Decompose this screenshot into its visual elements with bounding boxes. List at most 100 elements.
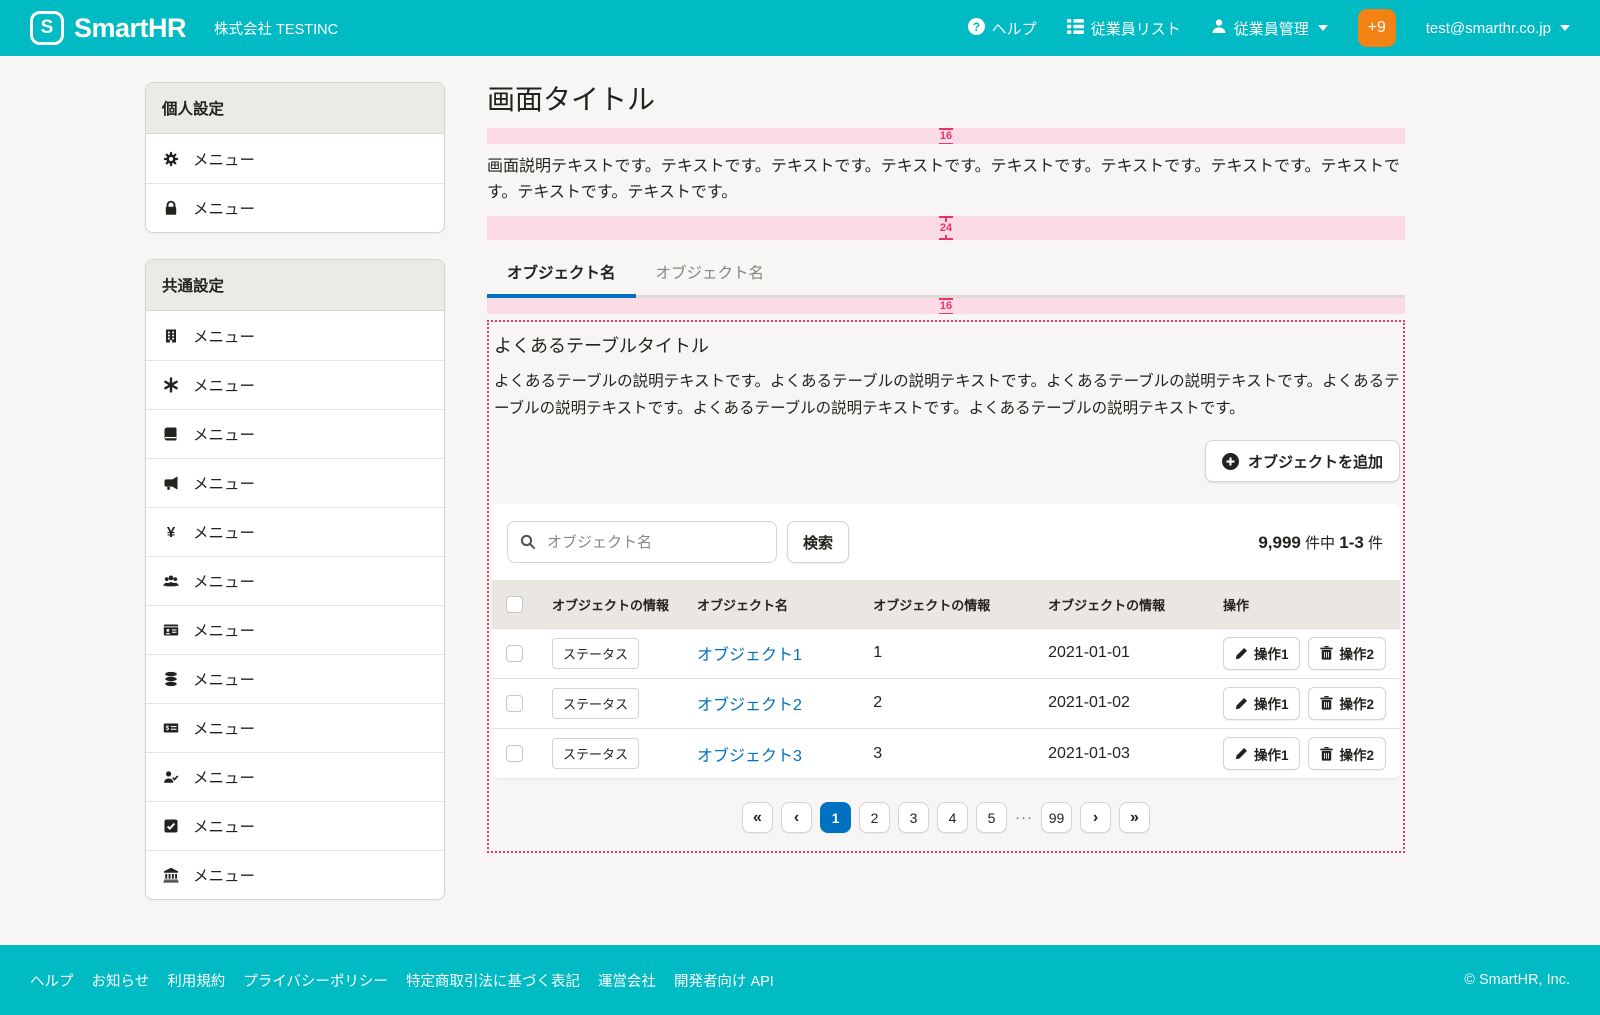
edit-action-button[interactable]: 操作1 [1223,637,1301,670]
pagination-prev-button[interactable]: ‹ [781,802,812,833]
result-count-middle: 件中 [1305,535,1335,552]
sidebar-item-building-menu[interactable]: メニュー [146,311,444,360]
pagination-page-2[interactable]: 2 [859,802,890,833]
footer-link-operating-company[interactable]: 運営会社 [598,970,656,991]
tab-object-2[interactable]: オブジェクト名 [636,250,785,295]
footer-link-terms[interactable]: 利用規約 [167,970,225,991]
delete-action-button[interactable]: 操作2 [1308,687,1386,720]
pagination-page-99[interactable]: 99 [1041,802,1072,833]
sidebar-item-label: メニュー [193,766,255,788]
table-toolbar: 検索 9,999 件中 1-3 件 [492,504,1400,580]
column-header-name: オブジェクト名 [683,580,859,628]
account-email: test@smarthr.co.jp [1426,20,1551,37]
pagination-last-button[interactable]: » [1119,802,1150,833]
search-button[interactable]: 検索 [787,521,849,563]
sidebar-item-label: メニュー [193,423,255,445]
footer-link-privacy[interactable]: プライバシーポリシー [243,970,388,991]
pagination-next-button[interactable]: › [1080,802,1111,833]
footer-link-news[interactable]: お知らせ [92,970,150,991]
row-checkbox[interactable] [506,645,523,662]
row-checkbox[interactable] [506,745,523,762]
row-actions: 操作1 操作2 [1223,687,1386,720]
building-icon [162,328,180,344]
row-actions: 操作1 操作2 [1223,637,1386,670]
database-icon [162,671,180,687]
pagination-page-4[interactable]: 4 [937,802,968,833]
search-input[interactable] [545,533,764,552]
column-header-date: オブジェクトの情報 [1034,580,1209,628]
pagination-ellipsis: ··· [1015,809,1033,826]
chevron-down-icon [1318,25,1328,31]
yen-icon: ¥ [162,524,180,540]
question-circle-icon: ? [968,18,985,39]
edit-action-button[interactable]: 操作1 [1223,687,1301,720]
smarthr-logo-icon: S [30,11,64,45]
spacing-ruler-24: 24 [487,216,1405,240]
add-object-button[interactable]: オブジェクトを追加 [1205,440,1400,482]
sidebar-item-user-check-menu[interactable]: メニュー [146,752,444,801]
pagination: « ‹ 1 2 3 4 5 ··· 99 › » [492,802,1400,833]
nav-employee-admin-dropdown[interactable]: 従業員管理 [1211,18,1328,39]
smarthr-logo[interactable]: S SmartHR [30,11,186,45]
sidebar-item-check-square-menu[interactable]: メニュー [146,801,444,850]
sidebar-item-gear-menu[interactable]: メニュー [146,134,444,183]
status-badge: ステータス [552,738,639,769]
object-link[interactable]: オブジェクト2 [697,697,802,714]
status-badge: ステータス [552,688,639,719]
sidebar-item-id-card-menu[interactable]: メニュー [146,605,444,654]
sidebar-item-money-check-menu[interactable]: $ メニュー [146,703,444,752]
footer-link-developer-api[interactable]: 開発者向け API [674,970,774,991]
trash-icon [1320,747,1333,761]
object-link[interactable]: オブジェクト3 [697,748,802,765]
row-actions: 操作1 操作2 [1223,737,1386,770]
ruler-value: 16 [938,300,954,313]
app-footer: ヘルプ お知らせ 利用規約 プライバシーポリシー 特定商取引法に基づく表記 運営… [0,945,1600,1015]
pencil-icon [1235,647,1248,660]
ruler-value: 24 [938,222,954,235]
footer-link-help[interactable]: ヘルプ [30,970,74,991]
settings-sidebar: 個人設定 メニュー メニュー 共通設定 メニュー メニュー [145,82,445,926]
delete-action-button[interactable]: 操作2 [1308,637,1386,670]
lock-icon [162,200,180,216]
pagination-first-button[interactable]: « [742,802,773,833]
footer-link-commerce-law[interactable]: 特定商取引法に基づく表記 [406,970,580,991]
nav-help[interactable]: ? ヘルプ [968,18,1037,39]
sidebar-item-asterisk-menu[interactable]: メニュー [146,360,444,409]
account-dropdown[interactable]: test@smarthr.co.jp [1426,20,1570,37]
trash-icon [1320,646,1333,660]
delete-action-label: 操作2 [1339,693,1374,713]
table-row: ステータス オブジェクト3 3 2021-01-03 操作1 [492,728,1400,778]
table-panel-description: よくあるテーブルの説明テキストです。よくあるテーブルの説明テキストです。よくある… [492,368,1400,422]
delete-action-button[interactable]: 操作2 [1308,737,1386,770]
pagination-page-1[interactable]: 1 [820,802,851,833]
result-count-total: 9,999 [1258,533,1301,552]
footer-links: ヘルプ お知らせ 利用規約 プライバシーポリシー 特定商取引法に基づく表記 運営… [30,970,774,991]
column-header-status: オブジェクトの情報 [538,580,683,628]
chevron-down-icon [1560,25,1570,31]
sidebar-item-yen-menu[interactable]: ¥ メニュー [146,507,444,556]
sidebar-item-bank-menu[interactable]: メニュー [146,850,444,899]
copyright: © SmartHR, Inc. [1464,972,1570,988]
edit-action-button[interactable]: 操作1 [1223,737,1301,770]
main-content: 画面タイトル 16 画面説明テキストです。テキストです。テキストです。テキストで… [487,82,1405,853]
select-all-checkbox[interactable] [506,596,523,613]
table-panel-title: よくあるテーブルタイトル [492,332,1400,358]
pagination-page-3[interactable]: 3 [898,802,929,833]
sidebar-item-database-menu[interactable]: メニュー [146,654,444,703]
pagination-page-5[interactable]: 5 [976,802,1007,833]
object-date-cell: 2021-01-02 [1034,678,1209,728]
object-link[interactable]: オブジェクト1 [697,647,802,664]
tab-object-1[interactable]: オブジェクト名 [487,250,636,295]
object-date-cell: 2021-01-03 [1034,728,1209,778]
nav-employee-list[interactable]: 従業員リスト [1067,18,1181,39]
add-object-button-label: オブジェクトを追加 [1248,451,1383,472]
result-count-suffix: 件 [1368,535,1383,552]
sidebar-item-users-menu[interactable]: メニュー [146,556,444,605]
row-checkbox[interactable] [506,695,523,712]
sidebar-item-book-menu[interactable]: メニュー [146,409,444,458]
sidebar-item-megaphone-menu[interactable]: メニュー [146,458,444,507]
megaphone-icon [162,475,180,491]
sidebar-item-lock-menu[interactable]: メニュー [146,183,444,232]
notification-count-badge[interactable]: +9 [1358,9,1396,47]
asterisk-icon [162,377,180,393]
